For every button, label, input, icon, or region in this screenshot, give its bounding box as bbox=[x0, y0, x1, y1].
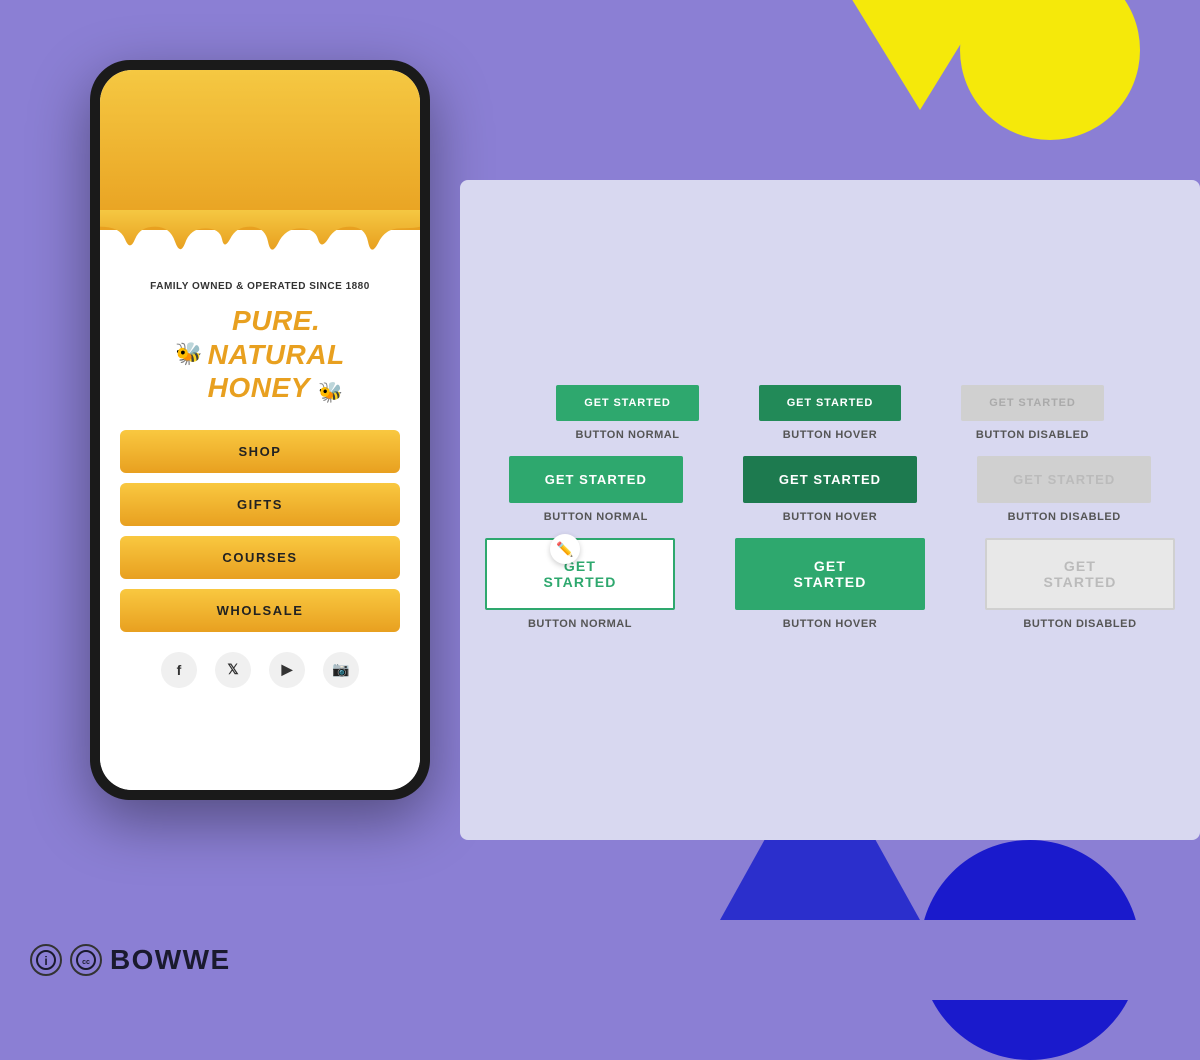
btn-group-sm-normal: GET STARTED BUTTON NORMAL bbox=[556, 385, 698, 441]
twitter-icon[interactable]: 𝕏 bbox=[215, 652, 251, 688]
btn-group-lg-disabled: GET STARTED BUTTON DISABLED bbox=[985, 538, 1175, 630]
edit-cursor-icon: ✏️ bbox=[550, 534, 580, 564]
btn-group-sm-disabled: GET STARTED BUTTON DISABLED bbox=[961, 385, 1103, 441]
shop-button[interactable]: SHOP bbox=[120, 430, 400, 473]
phone-mockup: FAMILY OWNED & OPERATED SINCE 1880 🐝 PUR… bbox=[90, 60, 430, 800]
family-text: FAMILY OWNED & OPERATED SINCE 1880 bbox=[150, 280, 370, 294]
instagram-icon[interactable]: 📷 bbox=[323, 652, 359, 688]
cc-icon: cc bbox=[70, 944, 102, 976]
bee-left-icon: 🐝 bbox=[175, 341, 202, 367]
honey-header bbox=[100, 70, 420, 230]
get-started-sm-normal[interactable]: GET STARTED bbox=[556, 385, 698, 421]
phone-nav-buttons: SHOP GIFTS COURSES WHOLSALE bbox=[120, 430, 400, 632]
btn-label-md-normal: BUTTON NORMAL bbox=[544, 511, 648, 523]
btn-group-md-hover: GET STARTED BUTTON HOVER bbox=[743, 456, 917, 523]
btn-label-lg-disabled: BUTTON DISABLED bbox=[1023, 618, 1136, 630]
btn-group-lg-hover: GET STARTED BUTTON HOVER bbox=[735, 538, 925, 630]
brand-name: BOWWE bbox=[110, 944, 231, 976]
get-started-md-normal[interactable]: GET STARTED bbox=[509, 456, 683, 503]
honey-drip bbox=[100, 210, 420, 260]
bottom-bar: i cc BOWWE bbox=[0, 920, 1200, 1000]
get-started-lg-hover[interactable]: GET STARTED bbox=[735, 538, 925, 610]
button-row-small: GET STARTED BUTTON NORMAL GET STARTED BU… bbox=[556, 385, 1103, 441]
wholesale-button[interactable]: WHOLSALE bbox=[120, 589, 400, 632]
phone-screen: FAMILY OWNED & OPERATED SINCE 1880 🐝 PUR… bbox=[100, 70, 420, 790]
btn-group-sm-hover: GET STARTED BUTTON HOVER bbox=[759, 385, 901, 441]
btn-label-sm-normal: BUTTON NORMAL bbox=[575, 429, 679, 441]
btn-label-md-hover: BUTTON HOVER bbox=[783, 511, 877, 523]
button-row-medium: GET STARTED BUTTON NORMAL GET STARTED BU… bbox=[509, 456, 1152, 523]
info-icon: i bbox=[30, 944, 62, 976]
btn-label-sm-hover: BUTTON HOVER bbox=[783, 429, 877, 441]
logo-area: i cc BOWWE bbox=[30, 944, 231, 976]
gifts-button[interactable]: GIFTS bbox=[120, 483, 400, 526]
courses-button[interactable]: COURSES bbox=[120, 536, 400, 579]
btn-label-lg-normal: BUTTON NORMAL bbox=[528, 618, 632, 630]
svg-text:i: i bbox=[44, 954, 47, 968]
facebook-icon[interactable]: f bbox=[161, 652, 197, 688]
btn-label-lg-hover: BUTTON HOVER bbox=[783, 618, 877, 630]
btn-group-md-disabled: GET STARTED BUTTON DISABLED bbox=[977, 456, 1151, 523]
honey-title: PURE. NATURAL HONEY 🐝 bbox=[208, 304, 345, 405]
get-started-lg-disabled: GET STARTED bbox=[985, 538, 1175, 610]
yellow-circle-top bbox=[960, 0, 1140, 140]
get-started-sm-hover[interactable]: GET STARTED bbox=[759, 385, 901, 421]
svg-text:cc: cc bbox=[82, 959, 90, 966]
social-icons: f 𝕏 ▶ 📷 bbox=[161, 652, 359, 688]
button-row-large: GET STARTED ✏️ BUTTON NORMAL GET STARTED… bbox=[485, 538, 1175, 630]
bee-row: 🐝 PURE. NATURAL HONEY 🐝 bbox=[175, 304, 345, 405]
bee-right-icon: 🐝 bbox=[318, 380, 343, 405]
btn-label-md-disabled: BUTTON DISABLED bbox=[1008, 511, 1121, 523]
get-started-lg-normal[interactable]: GET STARTED bbox=[485, 538, 675, 610]
get-started-sm-disabled: GET STARTED bbox=[961, 385, 1103, 421]
youtube-icon[interactable]: ▶ bbox=[269, 652, 305, 688]
get-started-md-hover[interactable]: GET STARTED bbox=[743, 456, 917, 503]
get-started-md-disabled: GET STARTED bbox=[977, 456, 1151, 503]
btn-group-lg-normal: GET STARTED ✏️ BUTTON NORMAL bbox=[485, 538, 675, 630]
phone-content: FAMILY OWNED & OPERATED SINCE 1880 🐝 PUR… bbox=[100, 230, 420, 790]
btn-group-md-normal: GET STARTED BUTTON NORMAL bbox=[509, 456, 683, 523]
lg-normal-wrapper: GET STARTED ✏️ bbox=[485, 538, 675, 610]
button-demo-panel: GET STARTED BUTTON NORMAL GET STARTED BU… bbox=[460, 180, 1200, 840]
btn-label-sm-disabled: BUTTON DISABLED bbox=[976, 429, 1089, 441]
